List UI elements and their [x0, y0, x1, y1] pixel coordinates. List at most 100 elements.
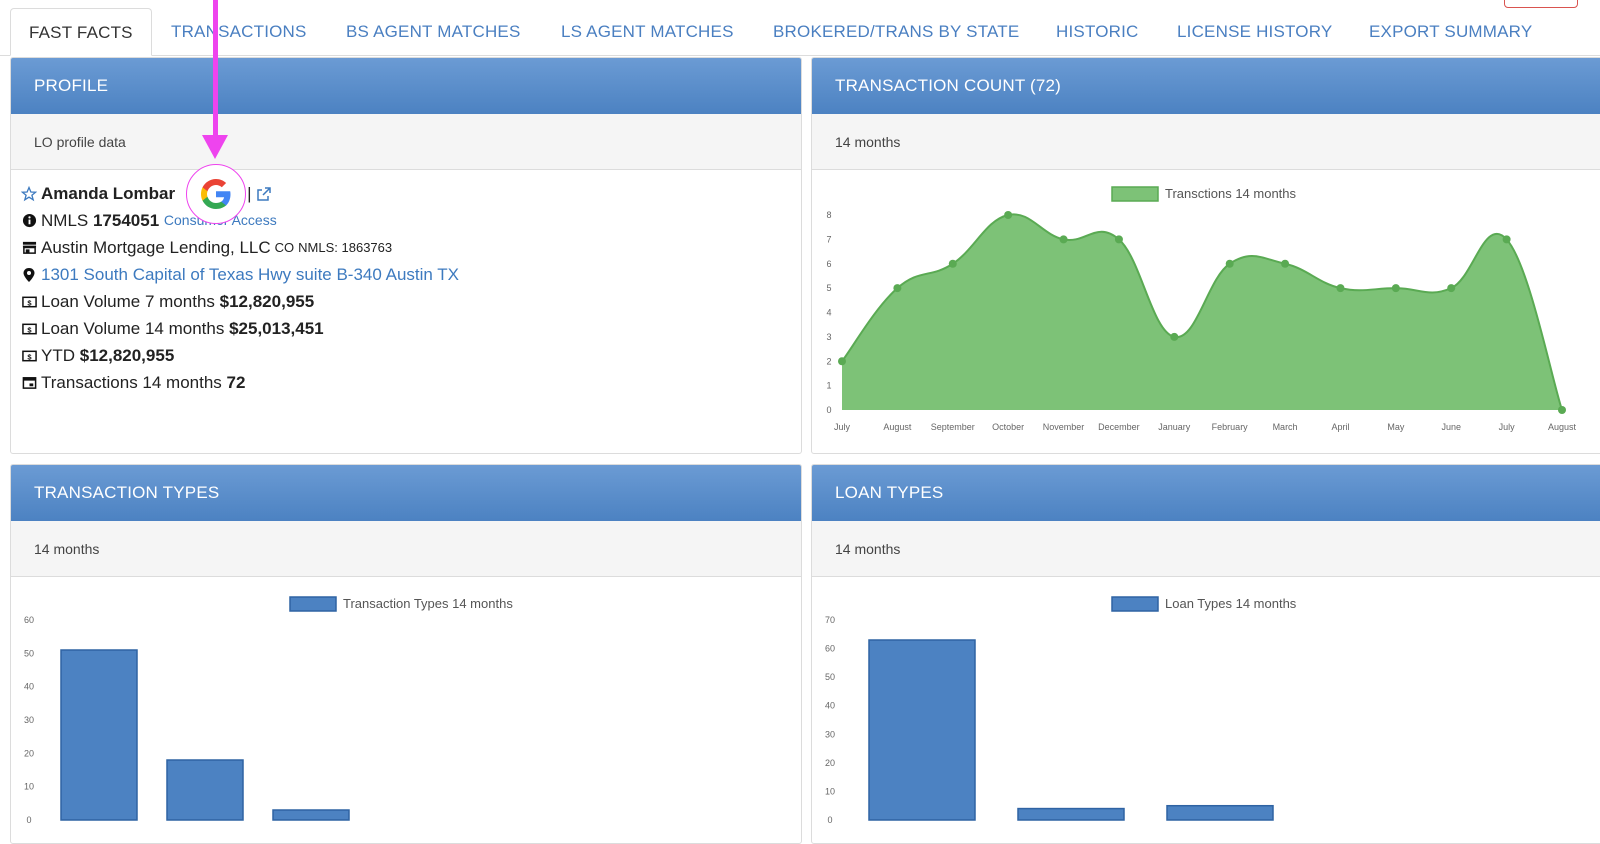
tab-bar: FAST FACTS TRANSACTIONS BS AGENT MATCHES… — [0, 0, 1600, 56]
company-name: Austin Mortgage Lending, LLC — [41, 238, 271, 257]
transaction-types-panel: TRANSACTION TYPES 14 months Transaction … — [10, 464, 802, 844]
store-icon — [21, 240, 37, 256]
y-tick-label: 60 — [825, 644, 835, 654]
profile-panel-title: PROFILE — [11, 58, 801, 114]
stat-row: Transactions 14 months 72 — [21, 369, 801, 396]
stat-label: Transactions 14 months — [41, 373, 222, 392]
calendar-icon — [21, 375, 37, 391]
y-tick-label: 1 — [826, 381, 831, 391]
bar[interactable] — [272, 809, 350, 821]
tab-brokered-trans-by-state[interactable]: BROKERED/TRANS BY STATE — [773, 8, 1019, 56]
y-tick-label: 0 — [26, 815, 31, 825]
y-tick-label: 3 — [826, 332, 831, 342]
bar[interactable] — [166, 759, 244, 821]
data-point[interactable] — [1059, 235, 1068, 244]
transaction-count-chart-area: Transctions 14 months 0 1 2 3 4 5 6 7 8 July August… — [812, 170, 1600, 453]
y-tick-label: 10 — [24, 782, 34, 792]
legend-swatch[interactable] — [1111, 186, 1159, 202]
data-point[interactable] — [838, 357, 846, 366]
stat-value: $12,820,955 — [79, 346, 175, 365]
tab-export-summary[interactable]: EXPORT SUMMARY — [1369, 8, 1532, 56]
y-tick-label: 70 — [825, 615, 835, 625]
annotation-arrow-head — [202, 135, 228, 159]
x-tick-label: November — [1043, 422, 1085, 432]
tab-historic[interactable]: HISTORIC — [1056, 8, 1139, 56]
x-tick-label: October — [992, 422, 1024, 432]
x-tick-label: July — [1499, 422, 1516, 432]
co-label: CO — [274, 240, 295, 255]
tab-fast-facts[interactable]: FAST FACTS — [10, 8, 152, 56]
svg-text:$: $ — [27, 298, 32, 307]
bar[interactable] — [868, 639, 976, 821]
y-tick-label: 0 — [826, 405, 831, 415]
transaction-count-panel: TRANSACTION COUNT (72) 14 months Transct… — [811, 57, 1600, 454]
y-tick-label: 50 — [24, 648, 34, 658]
legend-label[interactable]: Transctions 14 months — [1165, 186, 1297, 201]
y-tick-label: 0 — [827, 815, 832, 825]
svg-text:$: $ — [27, 325, 32, 334]
address-link[interactable]: 1301 South Capital of Texas Hwy suite B-… — [41, 261, 459, 288]
y-tick-label: 20 — [24, 748, 34, 758]
data-point[interactable] — [1225, 259, 1234, 268]
stat-row: $ Loan Volume 14 months $25,013,451 — [21, 315, 801, 342]
lo-name: Amanda Lombar — [41, 184, 176, 203]
svg-text:$: $ — [27, 352, 32, 361]
stat-label: Loan Volume 14 months — [41, 319, 225, 338]
y-tick-label: 40 — [24, 682, 34, 692]
stat-label: YTD — [41, 346, 75, 365]
dollar-bill-icon: $ — [21, 321, 37, 337]
nmls-label: NMLS — [41, 211, 89, 230]
data-point[interactable] — [1004, 211, 1013, 219]
top-right-button[interactable] — [1504, 0, 1578, 8]
external-link-icon[interactable] — [256, 186, 272, 202]
map-pin-icon — [21, 267, 37, 283]
y-tick-label: 7 — [826, 234, 831, 244]
legend-swatch[interactable] — [1111, 596, 1159, 612]
y-tick-label: 30 — [24, 715, 34, 725]
company-row: Austin Mortgage Lending, LLC CO NMLS: 18… — [21, 234, 801, 261]
tab-bs-agent-matches[interactable]: BS AGENT MATCHES — [346, 8, 521, 56]
bar[interactable] — [1166, 804, 1274, 821]
transaction-types-title: TRANSACTION TYPES — [11, 465, 801, 521]
stat-value: $25,013,451 — [229, 319, 324, 338]
loan-types-subtitle: 14 months — [812, 521, 1600, 577]
x-tick-label: December — [1098, 422, 1140, 432]
tab-license-history[interactable]: LICENSE HISTORY — [1177, 8, 1332, 56]
tab-ls-agent-matches[interactable]: LS AGENT MATCHES — [561, 8, 734, 56]
y-tick-label: 10 — [825, 786, 835, 796]
data-point[interactable] — [1336, 284, 1345, 293]
data-point[interactable] — [1170, 332, 1179, 341]
data-point[interactable] — [1114, 235, 1123, 244]
tab-transactions[interactable]: TRANSACTIONS — [171, 8, 307, 56]
data-point[interactable] — [1391, 284, 1400, 293]
loan-types-chart-area: Loan Types 14 months 0 10 20 30 40 50 60 70 — [812, 577, 1600, 843]
y-tick-label: 30 — [825, 729, 835, 739]
stat-row: $ Loan Volume 7 months $12,820,955 — [21, 288, 801, 315]
star-icon[interactable] — [21, 185, 37, 202]
nmls-number: 1754051 — [92, 211, 160, 230]
data-point[interactable] — [1447, 284, 1456, 293]
legend-swatch[interactable] — [289, 596, 337, 612]
x-tick-label: February — [1212, 422, 1249, 432]
dollar-bill-icon: $ — [21, 348, 37, 364]
bar[interactable] — [60, 649, 138, 821]
data-point[interactable] — [1281, 259, 1290, 268]
bar[interactable] — [1017, 807, 1125, 821]
data-point[interactable] — [1502, 235, 1511, 244]
data-point[interactable] — [1558, 406, 1566, 414]
x-tick-label: May — [1387, 422, 1405, 432]
legend-label: Transaction Types 14 months — [343, 596, 513, 611]
loan-types-title: LOAN TYPES — [812, 465, 1600, 521]
y-tick-label: 20 — [825, 758, 835, 768]
data-point[interactable] — [948, 259, 957, 268]
google-icon[interactable] — [186, 164, 246, 224]
x-tick-label: March — [1273, 422, 1298, 432]
x-tick-label: August — [883, 422, 912, 432]
y-tick-label: 4 — [826, 308, 831, 318]
legend-label: Loan Types 14 months — [1165, 596, 1297, 611]
loan-types-chart: Loan Types 14 months 0 10 20 30 40 50 60 70 — [825, 596, 1297, 825]
transaction-count-subtitle: 14 months — [812, 114, 1600, 170]
profile-name-row: Amanda Lombar | — [21, 180, 801, 207]
transaction-types-subtitle: 14 months — [11, 521, 801, 577]
data-point[interactable] — [893, 284, 902, 293]
